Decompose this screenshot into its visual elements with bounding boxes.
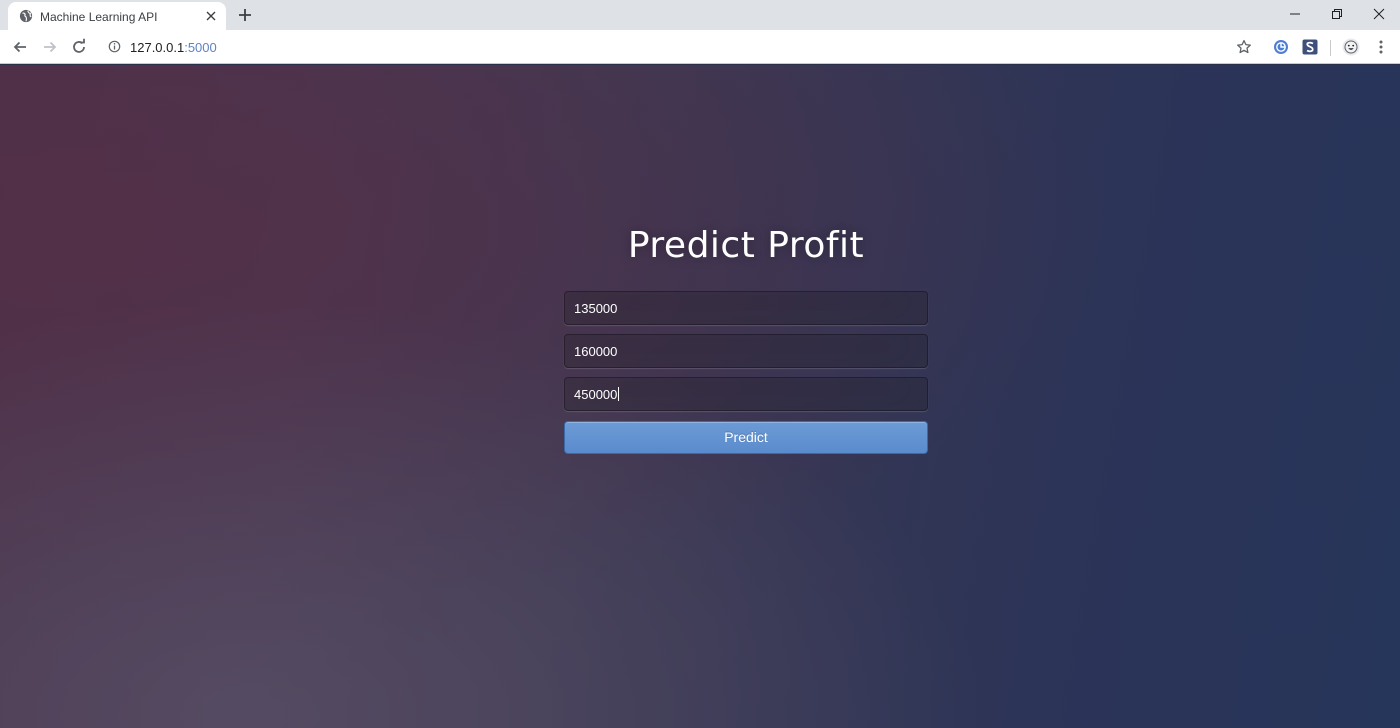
- input-field-3[interactable]: 450000: [564, 377, 928, 411]
- extension-s-icon[interactable]: [1302, 39, 1318, 55]
- page-viewport: Predict Profit 135000 160000 450000 Pred…: [0, 65, 1400, 728]
- input-field-2-value: 160000: [574, 343, 618, 359]
- more-menu-icon[interactable]: [1373, 39, 1389, 55]
- input-field-2[interactable]: 160000: [564, 334, 928, 368]
- text-cursor: [618, 387, 620, 401]
- browser-toolbar: 127.0.0.1:5000: [0, 30, 1400, 64]
- input-field-1[interactable]: 135000: [564, 291, 928, 325]
- url-port: :5000: [184, 40, 217, 55]
- close-icon: [1373, 8, 1385, 20]
- minimize-icon: [1290, 13, 1300, 15]
- window-minimize-button[interactable]: [1272, 0, 1318, 30]
- globe-icon: [19, 9, 33, 23]
- predict-button[interactable]: Predict: [564, 421, 928, 454]
- extension-globe-icon[interactable]: [1273, 39, 1289, 55]
- profile-avatar-icon[interactable]: [1342, 38, 1360, 56]
- new-tab-icon[interactable]: [238, 8, 252, 22]
- tab-title: Machine Learning API: [40, 10, 158, 24]
- url-host: 127.0.0.1: [130, 40, 185, 55]
- back-arrow-icon[interactable]: [11, 38, 29, 56]
- window-close-button[interactable]: [1356, 0, 1400, 30]
- window-restore-button[interactable]: [1314, 0, 1360, 30]
- tab-strip: Machine Learning API: [0, 0, 1400, 30]
- input-field-3-value: 450000: [574, 386, 618, 402]
- url-text: 127.0.0.1:5000: [130, 40, 217, 55]
- toolbar-divider: [1330, 40, 1331, 56]
- bookmark-star-icon[interactable]: [1236, 39, 1252, 55]
- tab-close-icon[interactable]: [205, 10, 217, 22]
- address-bar[interactable]: 127.0.0.1:5000: [100, 33, 1264, 61]
- browser-tab[interactable]: Machine Learning API: [8, 2, 226, 30]
- page-title: Predict Profit: [627, 225, 865, 266]
- input-field-1-value: 135000: [574, 300, 618, 316]
- restore-icon: [1332, 9, 1342, 19]
- forward-arrow-icon[interactable]: [41, 38, 59, 56]
- info-icon[interactable]: [108, 40, 121, 53]
- reload-icon[interactable]: [70, 38, 88, 56]
